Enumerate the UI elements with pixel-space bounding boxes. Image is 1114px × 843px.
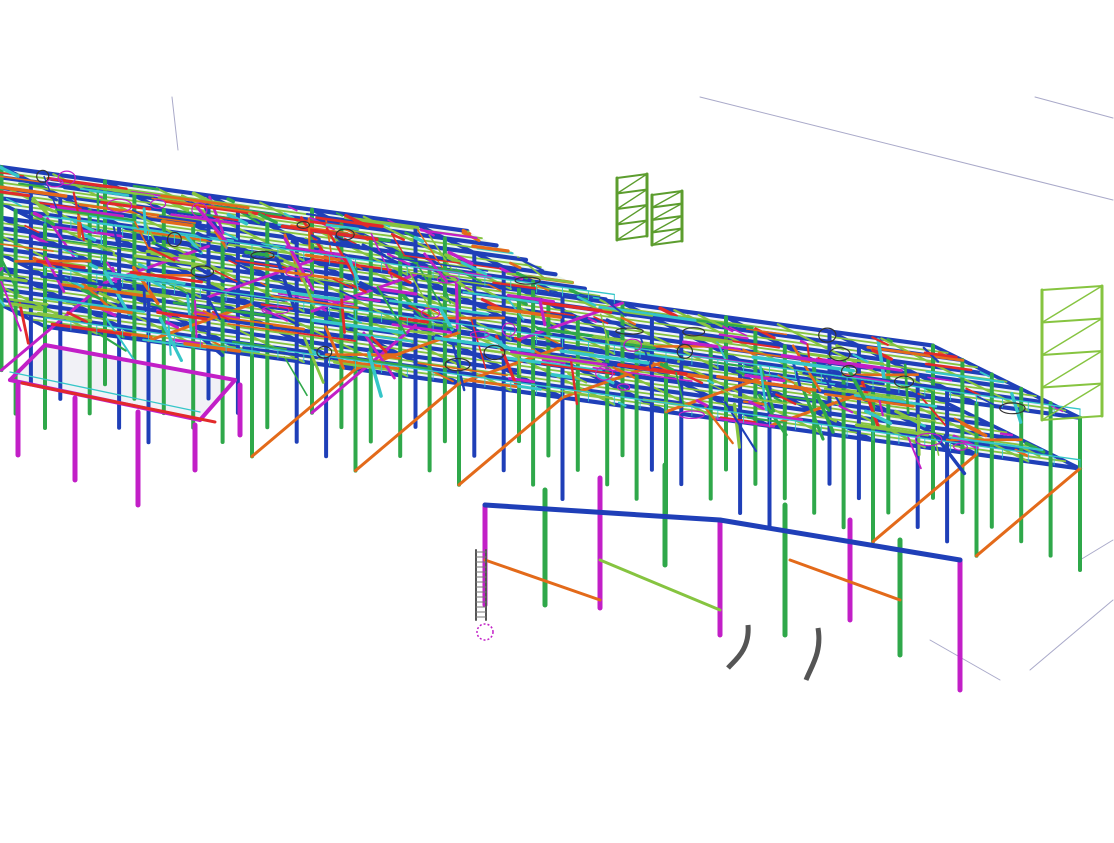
- pipe: [803, 627, 822, 681]
- gridline: [929, 639, 1001, 681]
- lower-bracing: [598, 558, 722, 612]
- structural-model-3d-view[interactable]: [0, 0, 1114, 843]
- pipe: [726, 624, 751, 670]
- tower-strut: [1041, 350, 1103, 356]
- tower-brace: [1041, 317, 1103, 356]
- lower-bracing: [788, 558, 902, 602]
- secondary-steel: [290, 239, 299, 246]
- tower-frame: [615, 172, 649, 242]
- tower-strut: [1041, 382, 1103, 389]
- secondary-steel: [886, 338, 894, 343]
- tower-frame: [1040, 284, 1104, 422]
- origin-marker-icon: [476, 623, 494, 641]
- secondary-steel: [142, 207, 147, 234]
- secondary-steel: [226, 197, 236, 204]
- model-viewport[interactable]: [0, 0, 1114, 843]
- gridline: [171, 96, 179, 151]
- lower-beam: [717, 517, 963, 563]
- gridline: [1029, 599, 1114, 671]
- tower-brace: [1041, 350, 1103, 389]
- secondary-steel: [999, 432, 1014, 437]
- gridline: [1079, 539, 1114, 561]
- tower-frame: [650, 189, 684, 247]
- secondary-steel: [77, 215, 82, 239]
- tower-strut: [1041, 285, 1103, 291]
- steel-members: [0, 164, 1083, 693]
- secondary-steel: [799, 339, 807, 345]
- gridline: [1034, 96, 1114, 119]
- tower-strut: [1041, 317, 1103, 324]
- secondary-steel: [454, 281, 459, 330]
- tower-brace: [1041, 285, 1103, 324]
- gridline: [699, 96, 1114, 201]
